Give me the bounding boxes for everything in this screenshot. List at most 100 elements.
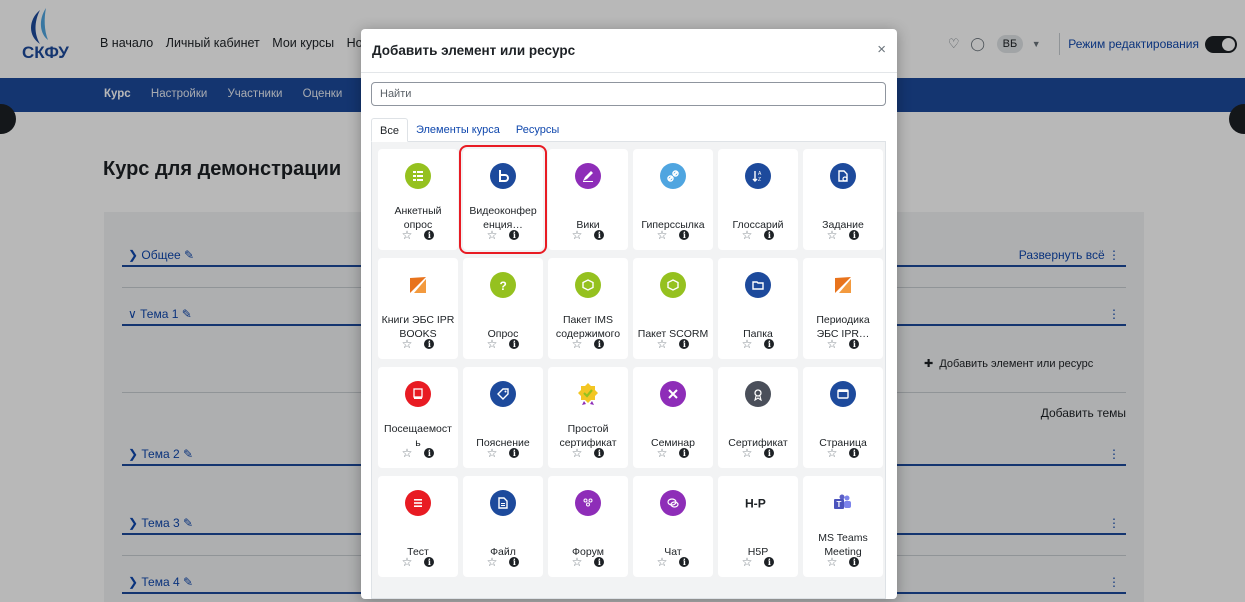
- module-card-ims-package[interactable]: Пакет IMS содержимого ☆ i: [548, 258, 628, 359]
- star-icon[interactable]: ☆: [657, 228, 668, 242]
- tab-resources[interactable]: Ресурсы: [508, 118, 567, 142]
- svg-text:-P: -P: [754, 496, 766, 510]
- info-icon[interactable]: i: [849, 448, 860, 458]
- module-actions: ☆ i: [548, 446, 628, 460]
- info-icon[interactable]: i: [424, 339, 435, 349]
- module-card-feedback[interactable]: Анкетный опрос ☆ i: [378, 149, 458, 250]
- star-icon[interactable]: ☆: [487, 446, 498, 460]
- star-icon[interactable]: ☆: [402, 555, 413, 569]
- info-icon[interactable]: i: [424, 230, 435, 240]
- info-icon[interactable]: i: [424, 557, 435, 567]
- module-card-glossary[interactable]: A Z Глоссарий ☆ i: [718, 149, 798, 250]
- info-icon[interactable]: i: [594, 448, 605, 458]
- star-icon[interactable]: ☆: [742, 446, 753, 460]
- module-name-line-1: Анкетный: [394, 205, 442, 217]
- info-icon[interactable]: i: [509, 339, 520, 349]
- star-icon[interactable]: ☆: [572, 446, 583, 460]
- close-button[interactable]: ×: [877, 41, 886, 58]
- module-card-workshop[interactable]: Семинар ☆ i: [633, 367, 713, 468]
- search-input[interactable]: [371, 82, 886, 106]
- info-icon[interactable]: i: [849, 230, 860, 240]
- info-icon[interactable]: i: [594, 339, 605, 349]
- info-icon[interactable]: i: [679, 557, 690, 567]
- star-icon[interactable]: ☆: [487, 555, 498, 569]
- module-card-quiz[interactable]: Тест ☆ i: [378, 476, 458, 577]
- module-card-label[interactable]: Пояснение ☆ i: [463, 367, 543, 468]
- star-icon[interactable]: ☆: [657, 555, 668, 569]
- module-card-bigbluebutton[interactable]: Видеоконфер енция… ☆ i: [459, 145, 547, 254]
- module-card-ipr-books[interactable]: Книги ЭБС IPR BOOKS ☆ i: [378, 258, 458, 359]
- module-card-h5p[interactable]: H -P H5P ☆ i: [718, 476, 798, 577]
- star-icon[interactable]: ☆: [827, 555, 838, 569]
- module-card-url[interactable]: Гиперссылка ☆ i: [633, 149, 713, 250]
- module-actions: ☆ i: [633, 555, 713, 569]
- module-card-forum[interactable]: Форум ☆ i: [548, 476, 628, 577]
- star-icon[interactable]: ☆: [742, 555, 753, 569]
- module-card-choice[interactable]: ? Опрос ☆ i: [463, 258, 543, 359]
- module-name: Папка: [720, 303, 796, 341]
- star-icon[interactable]: ☆: [657, 337, 668, 351]
- module-actions: ☆ i: [633, 228, 713, 242]
- module-card-ms-teams[interactable]: T MS Teams Meeting ☆ i: [803, 476, 883, 577]
- star-icon[interactable]: ☆: [827, 337, 838, 351]
- simple-certificate-icon: [575, 381, 601, 407]
- info-icon[interactable]: i: [509, 448, 520, 458]
- module-name: Простой сертификат: [550, 412, 626, 450]
- star-icon[interactable]: ☆: [487, 228, 498, 242]
- info-icon[interactable]: i: [594, 557, 605, 567]
- star-icon[interactable]: ☆: [402, 228, 413, 242]
- module-card-assignment[interactable]: Задание ☆ i: [803, 149, 883, 250]
- star-icon[interactable]: ☆: [657, 446, 668, 460]
- module-card-simple-certificate[interactable]: Простой сертификат ☆ i: [548, 367, 628, 468]
- info-icon[interactable]: i: [849, 557, 860, 567]
- quiz-icon: [405, 490, 431, 516]
- info-icon[interactable]: i: [679, 230, 690, 240]
- feedback-icon: [405, 163, 431, 189]
- star-icon[interactable]: ☆: [572, 337, 583, 351]
- module-card-wiki[interactable]: Вики ☆ i: [548, 149, 628, 250]
- info-icon[interactable]: i: [849, 339, 860, 349]
- module-card-folder[interactable]: Папка ☆ i: [718, 258, 798, 359]
- module-name: Вики: [550, 194, 626, 232]
- info-icon[interactable]: i: [764, 557, 775, 567]
- module-card-page[interactable]: Страница ☆ i: [803, 367, 883, 468]
- star-icon[interactable]: ☆: [827, 228, 838, 242]
- star-icon[interactable]: ☆: [487, 337, 498, 351]
- module-actions: ☆ i: [718, 228, 798, 242]
- module-card-chat[interactable]: Чат ☆ i: [633, 476, 713, 577]
- module-name-line-1: Посещаемост: [384, 423, 452, 435]
- info-icon[interactable]: i: [679, 448, 690, 458]
- star-icon[interactable]: ☆: [402, 446, 413, 460]
- info-icon[interactable]: i: [509, 557, 520, 567]
- module-name: Гиперссылка: [635, 194, 711, 232]
- info-icon[interactable]: i: [764, 339, 775, 349]
- star-icon[interactable]: ☆: [742, 228, 753, 242]
- certificate-icon: [745, 381, 771, 407]
- module-name: Семинар: [635, 412, 711, 450]
- star-icon[interactable]: ☆: [572, 228, 583, 242]
- module-card-certificate[interactable]: Сертификат ☆ i: [718, 367, 798, 468]
- star-icon[interactable]: ☆: [402, 337, 413, 351]
- star-icon[interactable]: ☆: [742, 337, 753, 351]
- info-icon[interactable]: i: [764, 448, 775, 458]
- info-icon[interactable]: i: [594, 230, 605, 240]
- choice-icon: ?: [490, 272, 516, 298]
- forum-icon: [575, 490, 601, 516]
- tab-activities[interactable]: Элементы курса: [408, 118, 508, 142]
- star-icon[interactable]: ☆: [572, 555, 583, 569]
- module-name: Пакет SCORM: [635, 303, 711, 341]
- info-icon[interactable]: i: [679, 339, 690, 349]
- info-icon[interactable]: i: [509, 230, 520, 240]
- module-card-ipr-periodicals[interactable]: Периодика ЭБС IPR… ☆ i: [803, 258, 883, 359]
- module-actions: ☆ i: [463, 446, 543, 460]
- info-icon[interactable]: i: [424, 448, 435, 458]
- wiki-icon: [575, 163, 601, 189]
- star-icon[interactable]: ☆: [827, 446, 838, 460]
- module-actions: ☆ i: [803, 555, 883, 569]
- info-icon[interactable]: i: [764, 230, 775, 240]
- module-card-scorm[interactable]: Пакет SCORM ☆ i: [633, 258, 713, 359]
- module-card-file[interactable]: Файл ☆ i: [463, 476, 543, 577]
- svg-text:Z: Z: [758, 177, 761, 183]
- module-card-attendance[interactable]: Посещаемост ь ☆ i: [378, 367, 458, 468]
- tab-all[interactable]: Все: [371, 118, 408, 142]
